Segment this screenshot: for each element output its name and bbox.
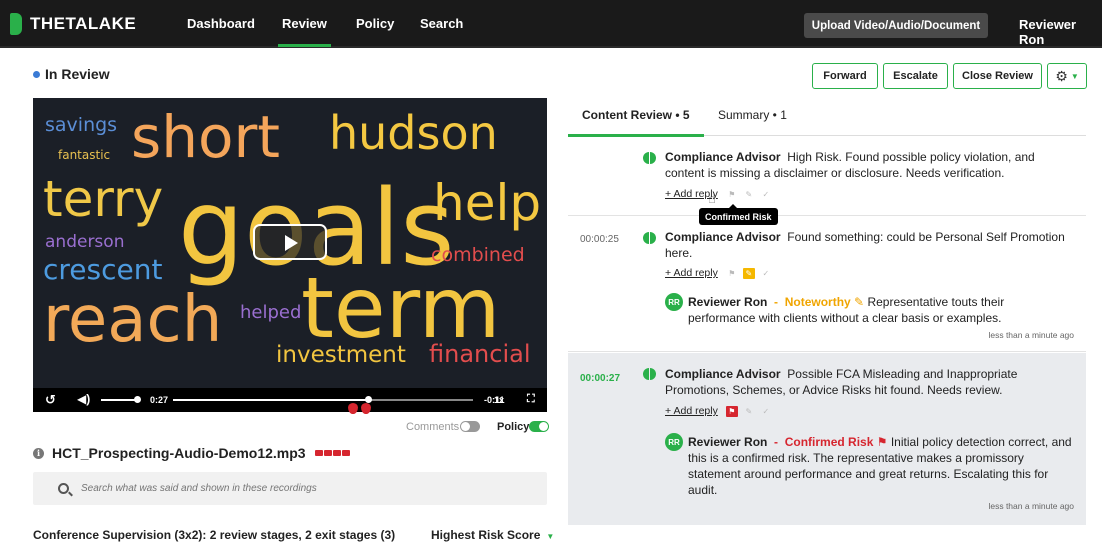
user-menu[interactable]: Reviewer Ron bbox=[1019, 17, 1102, 47]
nav-dashboard[interactable]: Dashboard bbox=[187, 16, 255, 31]
speed-button[interactable]: 1x bbox=[494, 395, 504, 405]
word-cloud-word: term bbox=[301, 259, 501, 357]
risk-level-icon bbox=[314, 450, 351, 456]
compliance-advisor-icon bbox=[643, 152, 656, 164]
status-dot-icon bbox=[33, 70, 40, 78]
transcript-search[interactable] bbox=[33, 472, 547, 505]
comment-timestamp[interactable]: 00:00:25 bbox=[580, 234, 619, 245]
reply-time: less than a minute ago bbox=[988, 330, 1074, 340]
volume-knob[interactable] bbox=[134, 396, 141, 403]
sort-dropdown[interactable]: Highest Risk Score ▼ bbox=[431, 528, 554, 542]
comment-author: Compliance Advisor bbox=[665, 150, 781, 164]
pencil-icon[interactable]: ✎ bbox=[742, 267, 755, 279]
comment-author: Compliance Advisor bbox=[665, 230, 781, 244]
word-cloud-word: crescent bbox=[43, 253, 163, 286]
word-cloud-word: investment bbox=[276, 342, 406, 368]
comment-item: 00:00:27 Compliance Advisor Possible FCA… bbox=[568, 353, 1086, 525]
check-icon[interactable]: ✓ bbox=[760, 268, 772, 279]
top-nav: THETALAKE Dashboard Review Policy Search… bbox=[0, 0, 1102, 48]
settings-button[interactable]: ⚙ ▼ bbox=[1047, 63, 1087, 89]
comments-toggle-label: Comments bbox=[406, 421, 460, 433]
comment-item: Compliance Advisor High Risk. Found poss… bbox=[568, 137, 1086, 216]
word-cloud-word: reach bbox=[43, 283, 223, 357]
risk-marker-icon[interactable] bbox=[348, 403, 358, 414]
risk-marker-icon[interactable] bbox=[361, 403, 371, 414]
brand-suffix: LAKE bbox=[87, 14, 137, 33]
gear-icon: ⚙ bbox=[1055, 67, 1068, 84]
pencil-icon[interactable]: ✎ bbox=[743, 189, 755, 200]
file-title: i HCT_Prospecting-Audio-Demo12.mp3 bbox=[33, 445, 351, 461]
volume-icon[interactable]: ◀) bbox=[77, 392, 90, 406]
add-reply-link[interactable]: + Add reply bbox=[665, 267, 718, 279]
flag-icon[interactable]: ⚑ bbox=[726, 268, 738, 279]
policy-toggle[interactable] bbox=[529, 421, 549, 432]
reply-tag: Noteworthy bbox=[784, 295, 851, 309]
info-icon[interactable]: i bbox=[33, 447, 44, 459]
comment-item: 00:00:25 Compliance Advisor Found someth… bbox=[568, 216, 1086, 352]
word-cloud-word: savings bbox=[45, 114, 118, 136]
avatar: RR bbox=[665, 433, 683, 451]
avatar: RR bbox=[665, 293, 683, 311]
tab-content-review[interactable]: Content Review • 5 bbox=[568, 108, 704, 137]
compliance-advisor-icon bbox=[643, 368, 656, 380]
word-cloud-word: hudson bbox=[329, 106, 498, 160]
flag-icon[interactable]: ⚑ bbox=[726, 189, 738, 200]
status-label: In Review bbox=[45, 66, 110, 82]
check-icon[interactable]: ✓ bbox=[760, 406, 772, 417]
word-cloud-word: helped bbox=[240, 302, 302, 323]
comment-author: Compliance Advisor bbox=[665, 367, 781, 381]
pencil-icon: ✎ bbox=[854, 295, 865, 309]
flag-icon: ⚑ bbox=[876, 435, 888, 449]
transcript-search-input[interactable] bbox=[81, 483, 501, 494]
upload-button[interactable]: Upload Video/Audio/Document bbox=[804, 13, 988, 38]
sort-label: Highest Risk Score bbox=[431, 528, 541, 542]
compliance-advisor-icon bbox=[643, 232, 656, 244]
word-cloud-word: financial bbox=[429, 340, 531, 368]
search-icon bbox=[58, 483, 69, 494]
nav-policy[interactable]: Policy bbox=[356, 16, 394, 31]
nav-search[interactable]: Search bbox=[420, 16, 463, 31]
tab-summary[interactable]: Summary • 1 bbox=[718, 108, 787, 122]
volume-slider[interactable] bbox=[101, 399, 137, 401]
reply-author: Reviewer Ron bbox=[688, 295, 768, 309]
word-cloud-word: help bbox=[433, 174, 542, 232]
brand-prefix: THETA bbox=[30, 14, 88, 33]
close-review-button[interactable]: Close Review bbox=[953, 63, 1042, 89]
word-cloud-word: terry bbox=[43, 170, 164, 228]
play-button[interactable] bbox=[253, 224, 327, 260]
review-tabs: Content Review • 5 Summary • 1 bbox=[568, 98, 1086, 137]
word-cloud-word: anderson bbox=[45, 232, 125, 252]
file-name: HCT_Prospecting-Audio-Demo12.mp3 bbox=[52, 445, 306, 461]
forward-button[interactable]: Forward bbox=[812, 63, 878, 89]
review-status: In Review bbox=[33, 66, 110, 82]
comments-toggle[interactable] bbox=[460, 421, 480, 432]
elapsed-time: 0:27 bbox=[150, 395, 169, 405]
chevron-down-icon: ▼ bbox=[1070, 71, 1079, 81]
word-cloud-word: fantastic bbox=[58, 148, 111, 162]
check-icon[interactable]: ✓ bbox=[760, 189, 772, 200]
hand-cursor-icon: ☝ bbox=[708, 191, 716, 206]
chevron-down-icon: ▼ bbox=[546, 532, 555, 541]
logo-icon bbox=[10, 13, 22, 35]
theta-lake-logo[interactable]: THETALAKE bbox=[10, 10, 136, 38]
replay-icon[interactable]: ↺ bbox=[45, 392, 56, 408]
video-player[interactable]: savings fantastic short hudson terry goa… bbox=[33, 98, 547, 388]
reply-time: less than a minute ago bbox=[988, 501, 1074, 511]
policy-toggle-label: Policy bbox=[497, 421, 530, 433]
reply-tag: Confirmed Risk bbox=[784, 435, 874, 449]
nav-review[interactable]: Review bbox=[278, 16, 331, 47]
fullscreen-icon[interactable]: ⛶ bbox=[527, 393, 535, 406]
seek-progress bbox=[173, 399, 368, 401]
flag-icon[interactable]: ⚑ bbox=[725, 405, 738, 417]
pencil-icon[interactable]: ✎ bbox=[743, 406, 755, 417]
escalate-button[interactable]: Escalate bbox=[883, 63, 948, 89]
add-reply-link[interactable]: + Add reply bbox=[665, 405, 718, 417]
seek-knob[interactable] bbox=[365, 396, 372, 403]
reply-author: Reviewer Ron bbox=[688, 435, 768, 449]
comment-timestamp[interactable]: 00:00:27 bbox=[580, 373, 620, 384]
workflow-description: Conference Supervision (3x2): 2 review s… bbox=[33, 528, 396, 542]
player-controls: ↺ ◀) 0:27 -0:11 1x ⛶ bbox=[33, 388, 547, 412]
word-cloud-word: short bbox=[131, 103, 281, 171]
